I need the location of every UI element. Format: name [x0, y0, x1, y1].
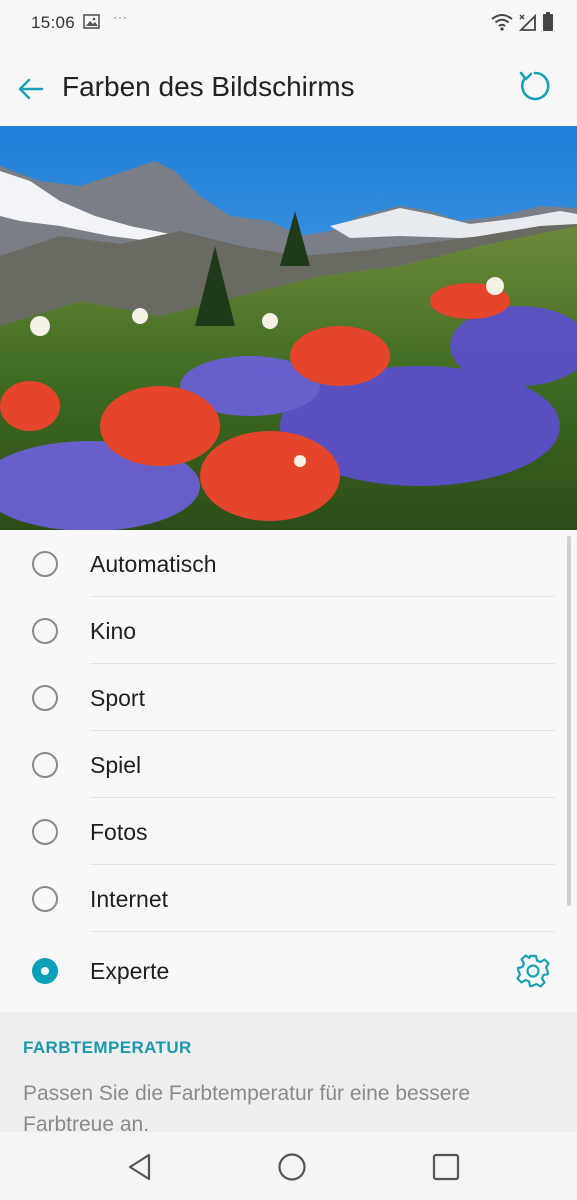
- radio-button[interactable]: [32, 886, 58, 912]
- image-notification-icon: [83, 14, 100, 34]
- display-color-options: Automatisch Kino Sport Spiel Fotos Inter…: [0, 530, 577, 1012]
- option-label: Automatisch: [90, 551, 217, 577]
- radio-button-selected[interactable]: [32, 958, 58, 984]
- divider: [90, 931, 555, 932]
- circle-home-icon: [278, 1153, 306, 1181]
- signal-icon: [518, 13, 537, 36]
- back-arrow-icon: [18, 78, 44, 100]
- status-bar: 15:06 ···: [0, 0, 577, 48]
- section-title: FARBTEMPERATUR: [23, 1038, 192, 1057]
- wifi-icon: [491, 13, 513, 36]
- option-spiel[interactable]: Spiel: [0, 731, 577, 798]
- section-description: Passen Sie die Farbtemperatur für eine b…: [23, 1082, 471, 1136]
- option-label: Fotos: [90, 819, 148, 845]
- battery-icon: [543, 12, 553, 36]
- option-label: Internet: [90, 886, 168, 912]
- page-title: Farben des Bildschirms: [62, 71, 355, 102]
- option-experte[interactable]: Experte: [0, 937, 577, 1012]
- status-time: 15:06: [31, 13, 76, 32]
- option-label: Experte: [90, 958, 170, 984]
- nav-recents-button[interactable]: [428, 1149, 464, 1185]
- gear-icon: [516, 954, 550, 988]
- option-label: Spiel: [90, 752, 142, 778]
- radio-button[interactable]: [32, 618, 58, 644]
- navigation-bar: [0, 1132, 577, 1200]
- option-automatisch[interactable]: Automatisch: [0, 530, 577, 597]
- option-label: Kino: [90, 618, 137, 644]
- radio-button[interactable]: [32, 551, 58, 577]
- refresh-icon: [519, 71, 550, 101]
- radio-button[interactable]: [32, 819, 58, 845]
- radio-button[interactable]: [32, 685, 58, 711]
- square-recents-icon: [432, 1153, 460, 1181]
- status-icons: [491, 12, 553, 36]
- color-temperature-section: FARBTEMPERATUR Passen Sie die Farbtemper…: [0, 1012, 577, 1136]
- option-fotos[interactable]: Fotos: [0, 798, 577, 865]
- triangle-back-icon: [128, 1153, 151, 1181]
- back-button[interactable]: [14, 72, 48, 106]
- option-label: Sport: [90, 685, 145, 711]
- nav-home-button[interactable]: [274, 1149, 310, 1185]
- more-notifications-icon: ···: [113, 10, 128, 24]
- app-bar: Farben des Bildschirms: [0, 48, 577, 126]
- radio-button[interactable]: [32, 752, 58, 778]
- reset-button[interactable]: [517, 68, 553, 104]
- option-internet[interactable]: Internet: [0, 865, 577, 932]
- option-sport[interactable]: Sport: [0, 664, 577, 731]
- expert-settings-button[interactable]: [515, 953, 551, 989]
- option-kino[interactable]: Kino: [0, 597, 577, 664]
- nav-back-button[interactable]: [122, 1149, 158, 1185]
- preview-image: [0, 126, 577, 530]
